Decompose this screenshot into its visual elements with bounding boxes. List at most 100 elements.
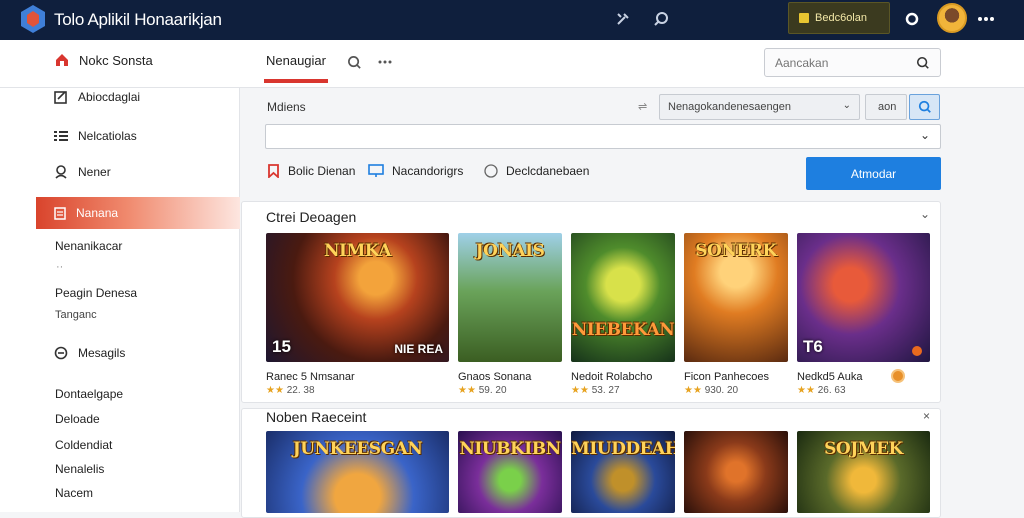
game-thumbnail: NIUBKIBN: [458, 431, 562, 513]
app-logo-icon: [21, 5, 45, 33]
star-icon: ★★: [571, 385, 589, 396]
card-title: Nedkd5 Auka: [797, 371, 863, 383]
sidebar-link-0[interactable]: Nenanikacar: [55, 239, 122, 253]
home-icon: [56, 54, 68, 66]
sidebar-bottom-link-4[interactable]: Nacem: [55, 486, 93, 500]
card-row: NIMKA 15 NIE REA Ranec 5 Nmsanar ★★ 22. …: [266, 233, 930, 396]
top-bar: Tolo Aplikil Honaarikjan Bedc6olan: [0, 0, 1024, 40]
sidebar-item-2[interactable]: Nener: [36, 156, 240, 188]
search-icon[interactable]: [343, 51, 365, 73]
sidebar-item-label: Nener: [78, 165, 111, 179]
sidebar-subtext: Tanganc: [55, 309, 97, 321]
thumbnail-badge: 15: [272, 337, 291, 356]
card-rating: ★★ 59. 20: [458, 385, 507, 396]
filter-search-button[interactable]: [909, 94, 940, 120]
more-icon[interactable]: [374, 51, 396, 73]
star-icon: ★★: [266, 385, 284, 396]
search-field[interactable]: [764, 48, 941, 77]
avatar[interactable]: [937, 3, 967, 33]
game-thumbnail: SONERK: [684, 233, 788, 362]
sidebar-link-1[interactable]: Peagin Denesa: [55, 286, 137, 300]
app-title: Tolo Aplikil Honaarikjan: [54, 10, 222, 29]
filter-dropdown[interactable]: ⌄: [265, 124, 941, 149]
card-title: Ranec 5 Nmsanar: [266, 371, 355, 383]
tab-main[interactable]: Nenaugiar: [266, 53, 326, 68]
more-icon[interactable]: [975, 8, 997, 30]
bookmark-icon: [268, 164, 279, 178]
card-rating: ★★ 930. 20: [684, 385, 739, 396]
tab-active-indicator: [264, 79, 328, 83]
game-thumbnail: SOJMEK: [797, 431, 930, 513]
card-rating: ★★ 53. 27: [571, 385, 620, 396]
option-0[interactable]: Bolic Dienan: [267, 164, 355, 178]
sidebar: Abiocdaglai Nelcatiolas Nener Nanana Nen…: [0, 88, 240, 512]
chevron-down-icon: ⌄: [919, 128, 930, 142]
chevron-down-icon[interactable]: ⌄: [920, 207, 930, 221]
filter-select[interactable]: Nenagokandenesaengen ⌄: [659, 94, 860, 120]
thumbnail-caption: NIE REA: [394, 342, 443, 356]
card-rating: ★★ 26. 63: [797, 385, 846, 396]
home-link-label: Nokc Sonsta: [79, 52, 153, 68]
card-rating: ★★ 22. 38: [266, 385, 315, 396]
list-icon: [54, 131, 68, 141]
game-card[interactable]: SOJMEK: [797, 431, 930, 513]
sidebar-bottom-link-1[interactable]: Deloade: [55, 412, 100, 426]
thumbnail-title: NIEBEKAN: [571, 320, 675, 340]
filter-select-value: Nenagokandenesaengen: [668, 101, 791, 113]
tools-icon[interactable]: [612, 8, 634, 30]
game-card[interactable]: NIUBKIBN: [458, 431, 562, 513]
game-card[interactable]: NIEBEKAN Nedoit Rolabcho ★★ 53. 27: [571, 233, 675, 396]
game-thumbnail: NIEBEKAN: [571, 233, 675, 362]
close-icon[interactable]: ×: [923, 409, 930, 423]
sidebar-item-label: Abiocdaglai: [78, 90, 141, 104]
sidebar-item-1[interactable]: Nelcatiolas: [36, 120, 240, 152]
card-row: JUNKEESGAN NIUBKIBN MIUDDEAH SOJMEK: [266, 431, 930, 513]
pro-button[interactable]: Bedc6olan: [788, 2, 890, 34]
section-title: Ctrei Deoagen: [266, 209, 357, 225]
game-card[interactable]: JUNKEESGAN: [266, 431, 449, 513]
sidebar-bottom-link-3[interactable]: Nenalelis: [55, 462, 104, 476]
search-icon: [918, 100, 931, 113]
game-card[interactable]: SONERK Ficon Panhecoes ★★ 930. 20: [684, 233, 788, 396]
apply-button[interactable]: Atmodar: [806, 157, 941, 190]
sidebar-bottom-link-0[interactable]: Dontaelgape: [55, 387, 123, 401]
chevron-down-icon: ⌄: [842, 100, 851, 111]
sidebar-item-messages[interactable]: Mesagils: [36, 337, 240, 369]
game-card[interactable]: NIMKA 15 NIE REA Ranec 5 Nmsanar ★★ 22. …: [266, 233, 449, 396]
section-title: Noben Raeceint: [266, 409, 367, 425]
sidebar-bottom-link-2[interactable]: Coldendiat: [55, 438, 112, 452]
edit-icon: [54, 91, 67, 104]
search-icon[interactable]: [916, 56, 930, 70]
game-thumbnail: MIUDDEAH: [571, 431, 675, 513]
thumbnail-badge: T6: [803, 337, 823, 356]
search-input[interactable]: [775, 54, 905, 72]
game-card[interactable]: MIUDDEAH: [571, 431, 675, 513]
sidebar-item-3[interactable]: Nanana: [36, 197, 240, 229]
swap-icon[interactable]: ⇌: [638, 100, 647, 113]
search-icon[interactable]: [650, 8, 672, 30]
option-2[interactable]: Declcdanebaen: [484, 164, 589, 178]
game-card[interactable]: JONAIS Gnaos Sonana ★★ 59. 20: [458, 233, 562, 396]
thumbnail-title: JUNKEESGAN: [292, 439, 423, 459]
settings-icon[interactable]: [901, 8, 923, 30]
user-icon: [55, 165, 67, 179]
option-label: Bolic Dienan: [288, 164, 356, 178]
thumbnail-title: SOJMEK: [824, 439, 903, 459]
option-label: Nacandorigrs: [392, 164, 464, 178]
home-link[interactable]: Nokc Sonsta: [54, 52, 153, 68]
message-icon: [54, 346, 68, 360]
star-icon: ★★: [458, 385, 476, 396]
badge-icon: [891, 369, 905, 383]
thumbnail-title: JONAIS: [475, 241, 545, 261]
sidebar-item-0[interactable]: Abiocdaglai: [36, 81, 240, 113]
lock-icon: [799, 13, 809, 23]
card-title: Gnaos Sonana: [458, 371, 532, 383]
game-card[interactable]: T6 Nedkd5 Auka ★★ 26. 63: [797, 233, 930, 396]
small-select[interactable]: aon: [865, 94, 907, 120]
thumbnail-title: MIUDDEAH: [571, 439, 675, 459]
option-1[interactable]: Nacandorigrs: [368, 164, 463, 178]
thumbnail-title: NIMKA: [323, 241, 392, 261]
radio-icon: [484, 164, 498, 178]
game-card[interactable]: [684, 431, 788, 513]
sidebar-item-label: Nanana: [76, 206, 119, 220]
